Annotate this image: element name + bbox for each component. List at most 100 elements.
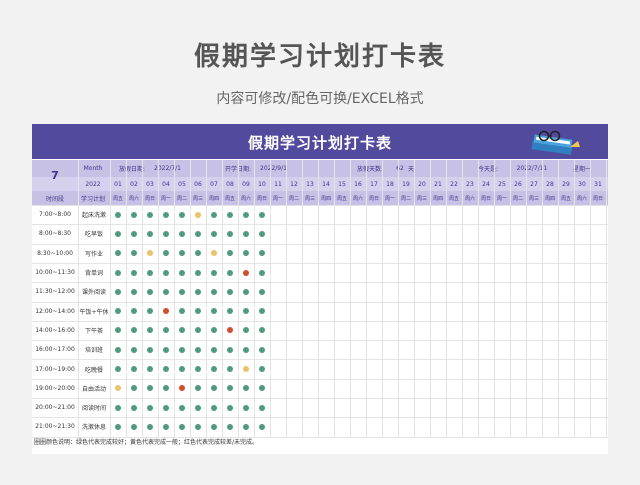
checkin-dot[interactable] <box>259 250 265 257</box>
checkin-dot[interactable] <box>195 211 201 218</box>
checkin-dot[interactable] <box>147 269 153 276</box>
checkin-dot[interactable] <box>115 288 121 295</box>
checkin-dot[interactable] <box>147 423 153 430</box>
checkin-dot[interactable] <box>163 346 169 353</box>
checkin-dot[interactable] <box>147 404 153 411</box>
checkin-dot[interactable] <box>227 211 233 218</box>
checkin-dot[interactable] <box>131 288 137 295</box>
checkin-dot[interactable] <box>179 423 185 430</box>
checkin-dot[interactable] <box>163 269 169 276</box>
checkin-dot[interactable] <box>227 308 233 315</box>
checkin-dot[interactable] <box>147 385 153 392</box>
checkin-dot[interactable] <box>259 327 265 334</box>
checkin-dot[interactable] <box>115 366 121 373</box>
checkin-dot[interactable] <box>259 269 265 276</box>
checkin-dot[interactable] <box>243 230 249 237</box>
checkin-dot[interactable] <box>259 211 265 218</box>
checkin-dot[interactable] <box>179 385 185 392</box>
checkin-dot[interactable] <box>195 346 201 353</box>
checkin-dot[interactable] <box>163 404 169 411</box>
checkin-dot[interactable] <box>227 230 233 237</box>
checkin-dot[interactable] <box>211 404 217 411</box>
checkin-dot[interactable] <box>259 288 265 295</box>
checkin-dot[interactable] <box>179 230 185 237</box>
checkin-dot[interactable] <box>147 230 153 237</box>
checkin-dot[interactable] <box>243 366 249 373</box>
checkin-dot[interactable] <box>115 269 121 276</box>
checkin-dot[interactable] <box>163 327 169 334</box>
checkin-dot[interactable] <box>163 366 169 373</box>
checkin-dot[interactable] <box>195 288 201 295</box>
checkin-dot[interactable] <box>115 423 121 430</box>
checkin-dot[interactable] <box>131 366 137 373</box>
checkin-dot[interactable] <box>195 385 201 392</box>
checkin-dot[interactable] <box>195 404 201 411</box>
checkin-dot[interactable] <box>163 423 169 430</box>
checkin-dot[interactable] <box>179 250 185 257</box>
checkin-dot[interactable] <box>131 308 137 315</box>
checkin-dot[interactable] <box>147 366 153 373</box>
checkin-dot[interactable] <box>131 385 137 392</box>
checkin-dot[interactable] <box>211 288 217 295</box>
school-date-value[interactable]: 2022/9/1 <box>260 160 308 177</box>
checkin-dot[interactable] <box>259 308 265 315</box>
checkin-dot[interactable] <box>243 250 249 257</box>
checkin-dot[interactable] <box>131 211 137 218</box>
checkin-dot[interactable] <box>227 288 233 295</box>
checkin-dot[interactable] <box>131 346 137 353</box>
checkin-dot[interactable] <box>259 346 265 353</box>
checkin-dot[interactable] <box>227 250 233 257</box>
checkin-dot[interactable] <box>131 269 137 276</box>
checkin-dot[interactable] <box>163 308 169 315</box>
checkin-dot[interactable] <box>211 211 217 218</box>
checkin-dot[interactable] <box>243 211 249 218</box>
checkin-dot[interactable] <box>147 288 153 295</box>
checkin-dot[interactable] <box>243 327 249 334</box>
checkin-dot[interactable] <box>243 269 249 276</box>
checkin-dot[interactable] <box>243 308 249 315</box>
checkin-dot[interactable] <box>227 366 233 373</box>
checkin-dot[interactable] <box>243 346 249 353</box>
checkin-dot[interactable] <box>243 288 249 295</box>
checkin-dot[interactable] <box>179 308 185 315</box>
checkin-dot[interactable] <box>259 230 265 237</box>
checkin-dot[interactable] <box>227 404 233 411</box>
checkin-dot[interactable] <box>163 288 169 295</box>
checkin-dot[interactable] <box>259 366 265 373</box>
checkin-dot[interactable] <box>179 404 185 411</box>
checkin-dot[interactable] <box>195 230 201 237</box>
checkin-dot[interactable] <box>131 230 137 237</box>
checkin-dot[interactable] <box>259 423 265 430</box>
checkin-dot[interactable] <box>163 385 169 392</box>
checkin-dot[interactable] <box>131 404 137 411</box>
checkin-dot[interactable] <box>211 366 217 373</box>
checkin-dot[interactable] <box>131 327 137 334</box>
checkin-dot[interactable] <box>195 269 201 276</box>
checkin-dot[interactable] <box>195 423 201 430</box>
today-value[interactable]: 2022/7/11 <box>508 160 556 177</box>
checkin-dot[interactable] <box>115 327 121 334</box>
checkin-dot[interactable] <box>115 308 121 315</box>
checkin-dot[interactable] <box>179 346 185 353</box>
checkin-dot[interactable] <box>227 423 233 430</box>
checkin-dot[interactable] <box>211 230 217 237</box>
checkin-dot[interactable] <box>179 327 185 334</box>
checkin-dot[interactable] <box>211 327 217 334</box>
checkin-dot[interactable] <box>211 423 217 430</box>
checkin-dot[interactable] <box>259 404 265 411</box>
checkin-dot[interactable] <box>227 385 233 392</box>
checkin-dot[interactable] <box>243 423 249 430</box>
checkin-dot[interactable] <box>227 269 233 276</box>
checkin-dot[interactable] <box>195 366 201 373</box>
checkin-dot[interactable] <box>195 327 201 334</box>
checkin-dot[interactable] <box>179 211 185 218</box>
checkin-dot[interactable] <box>147 308 153 315</box>
checkin-dot[interactable] <box>211 308 217 315</box>
checkin-dot[interactable] <box>147 211 153 218</box>
checkin-dot[interactable] <box>211 346 217 353</box>
checkin-dot[interactable] <box>115 250 121 257</box>
checkin-dot[interactable] <box>147 346 153 353</box>
checkin-dot[interactable] <box>259 385 265 392</box>
checkin-dot[interactable] <box>195 250 201 257</box>
checkin-dot[interactable] <box>115 385 121 392</box>
